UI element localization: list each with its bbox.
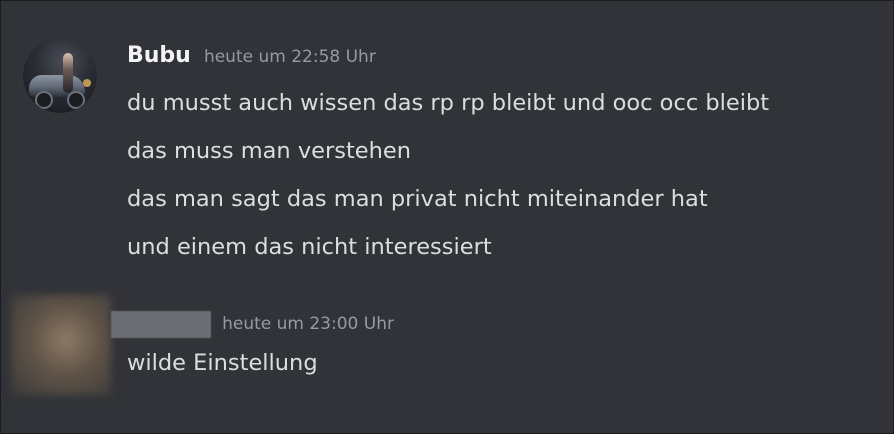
username[interactable]: Bubu	[127, 39, 191, 73]
chat-panel: Bubu heute um 22:58 Uhr du musst auch wi…	[0, 0, 894, 434]
avatar-light-shape	[83, 79, 91, 87]
message-line: und einem das nicht interessiert	[127, 234, 492, 260]
message-header: Bubu heute um 22:58 Uhr	[127, 39, 376, 73]
message-content: wilde Einstellung	[127, 339, 318, 387]
message-line: wilde Einstellung	[127, 350, 318, 376]
timestamp[interactable]: heute um 23:00 Uhr	[222, 307, 394, 341]
message-line: du musst auch wissen das rp rp bleibt un…	[127, 90, 770, 116]
message-group: Bubu heute um 22:58 Uhr du musst auch wi…	[1, 39, 893, 269]
message-line: das muss man verstehen	[127, 138, 411, 164]
avatar-figure-shape	[63, 53, 73, 93]
avatar-wheel-shape	[35, 91, 53, 109]
avatar[interactable]	[11, 295, 111, 395]
message-header: heute um 23:00 Uhr	[111, 307, 394, 341]
message-content: du musst auch wissen das rp rp bleibt un…	[127, 79, 769, 271]
avatar-wheel-shape	[67, 91, 85, 109]
timestamp[interactable]: heute um 22:58 Uhr	[204, 40, 376, 74]
avatar[interactable]	[23, 39, 97, 113]
message-group: heute um 23:00 Uhr wilde Einstellung	[1, 295, 893, 405]
username-redacted[interactable]	[111, 311, 211, 338]
message-line: das man sagt das man privat nicht mitein…	[127, 186, 708, 212]
